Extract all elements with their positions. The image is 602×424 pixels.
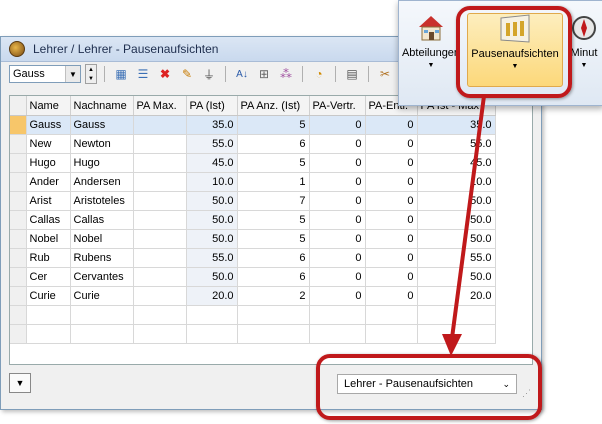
callout-arrow [442, 95, 486, 356]
